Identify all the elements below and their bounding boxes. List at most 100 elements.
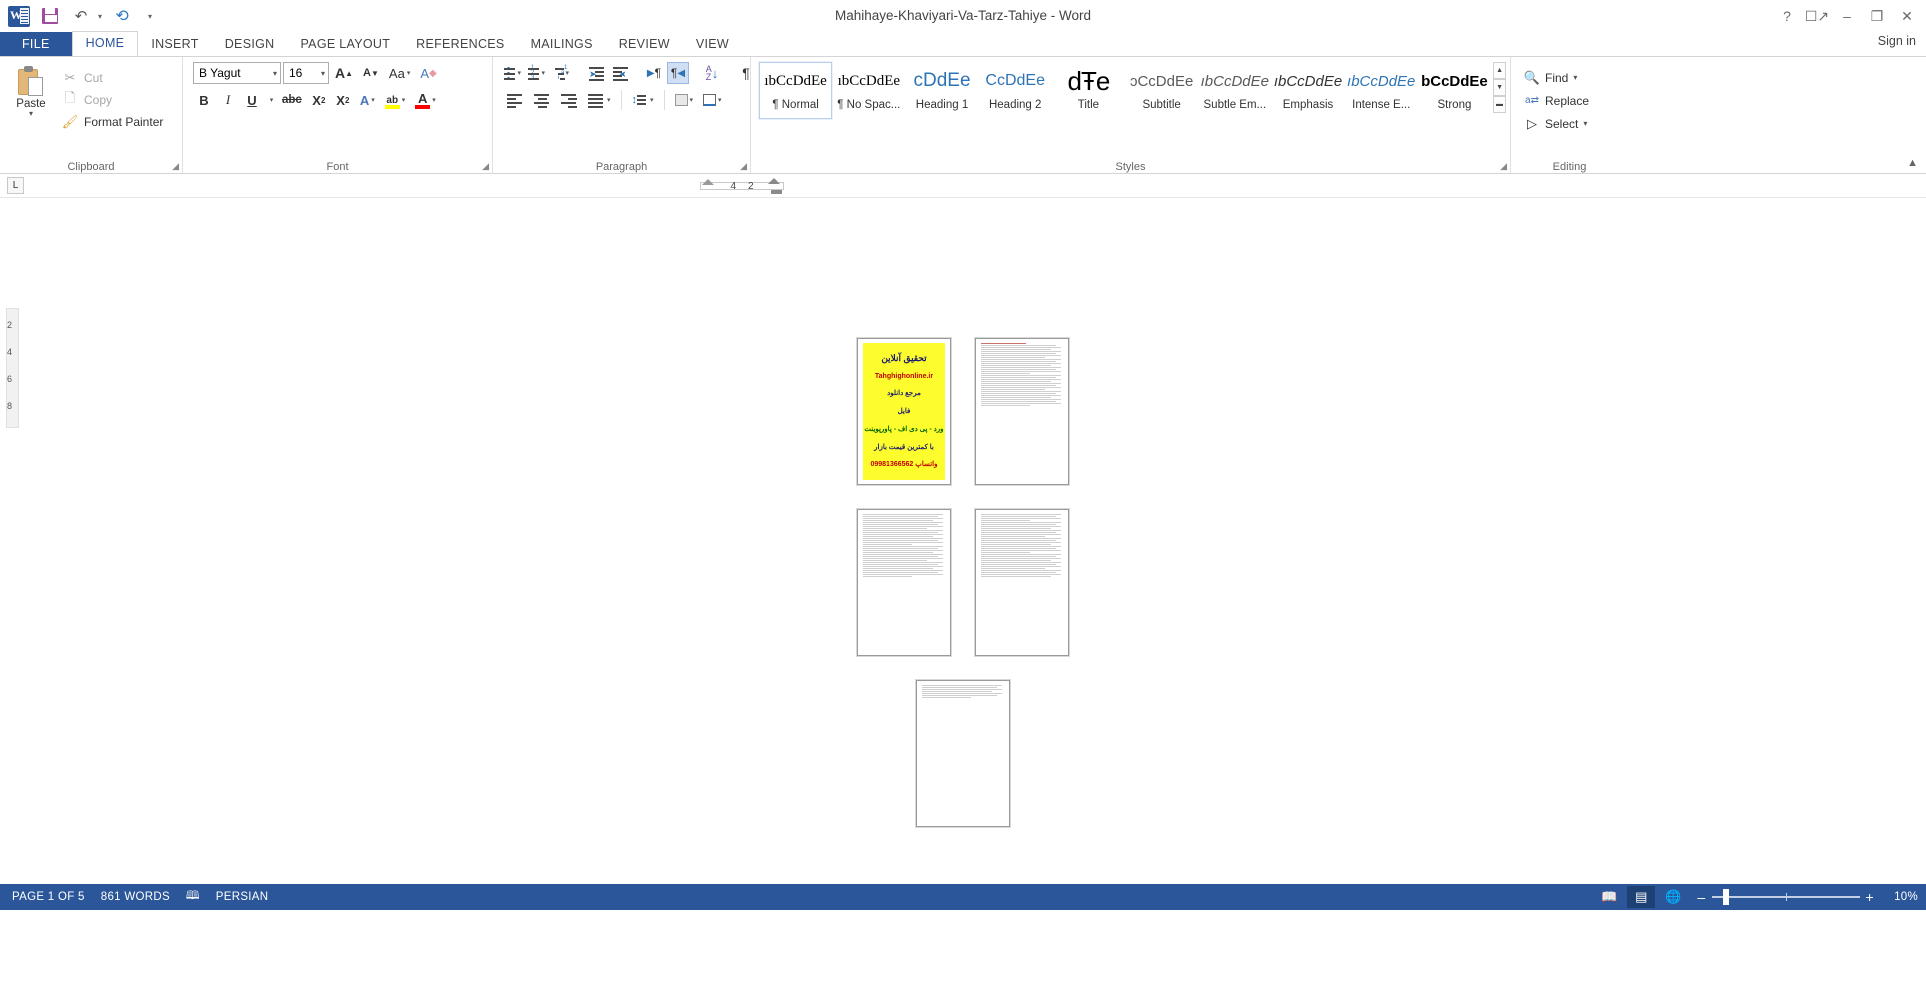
increase-indent-button[interactable]: ➤ (609, 62, 631, 84)
multilevel-list-button[interactable]: 1ai▾ (551, 62, 573, 84)
chevron-down-icon[interactable]: ▾ (317, 69, 325, 78)
zoom-in-button[interactable]: + (1866, 889, 1874, 905)
font-size-input[interactable]: 16 ▾ (283, 62, 329, 84)
align-center-button[interactable] (530, 89, 555, 111)
styles-gallery-scroll[interactable]: ▲ ▼ ▬ (1493, 62, 1507, 113)
underline-button[interactable]: U (241, 89, 263, 111)
language-indicator[interactable]: PERSIAN (212, 891, 281, 903)
numbering-button[interactable]: 123▾ (527, 62, 549, 84)
styles-dialog-launcher-icon[interactable]: ◢ (1500, 161, 1507, 172)
zoom-track[interactable] (1711, 889, 1860, 905)
close-button[interactable]: ✕ (1892, 1, 1922, 31)
shrink-font-button[interactable]: A ▼ (359, 62, 383, 84)
justify-button[interactable]: ▾ (584, 89, 615, 111)
borders-button[interactable]: ▾ (699, 89, 726, 111)
horizontal-ruler[interactable]: 4 2 (700, 178, 784, 194)
styles-more-button[interactable]: ▬ (1493, 96, 1507, 113)
read-mode-button[interactable]: 📖 (1595, 886, 1623, 908)
grow-font-button[interactable]: A ▲ (331, 62, 357, 84)
change-case-button[interactable]: Aa ▾ (385, 62, 414, 84)
replace-button[interactable]: a⇄ Replace (1519, 89, 1624, 112)
text-highlight-button[interactable]: ab ▾ (381, 89, 410, 111)
style-subtle-emphasis[interactable]: ıbCcDdEe Subtle Em... (1198, 62, 1271, 119)
tab-mailings[interactable]: MAILINGS (518, 32, 606, 56)
styles-scroll-down-button[interactable]: ▼ (1493, 79, 1507, 96)
style-title[interactable]: dŦe Title (1052, 62, 1125, 119)
zoom-level[interactable]: 10% (1884, 891, 1918, 903)
paragraph-dialog-launcher-icon[interactable]: ◢ (740, 161, 747, 172)
tab-home[interactable]: HOME (71, 31, 139, 56)
bold-button[interactable]: B (193, 89, 215, 111)
tab-design[interactable]: DESIGN (212, 32, 288, 56)
tab-page-layout[interactable]: PAGE LAYOUT (287, 32, 403, 56)
line-spacing-button[interactable]: ↕ ▾ (628, 89, 658, 111)
chevron-down-icon[interactable]: ▾ (1573, 73, 1577, 82)
customize-qat-icon[interactable]: ▾ (148, 12, 152, 21)
text-effects-button[interactable]: A ▾ (356, 89, 379, 111)
font-name-input[interactable]: B Yagut ▾ (193, 62, 281, 84)
document-canvas[interactable]: 2 4 6 8 تحقیق آنلاین Tahghighonline.ir م… (0, 198, 1926, 884)
style-intense-emphasis[interactable]: ıbCcDdEe Intense E... (1345, 62, 1418, 119)
underline-dropdown-button[interactable]: ▾ (265, 89, 276, 111)
bullets-button[interactable]: ▾ (503, 62, 525, 84)
superscript-button[interactable]: X2 (332, 89, 354, 111)
italic-button[interactable]: I (217, 89, 239, 111)
restore-button[interactable]: ❐ (1862, 1, 1892, 31)
align-left-button[interactable] (503, 89, 528, 111)
font-dialog-launcher-icon[interactable]: ◢ (482, 161, 489, 172)
align-right-button[interactable] (557, 89, 582, 111)
select-button[interactable]: ▷ Select ▾ (1519, 112, 1624, 135)
redo-button[interactable]: ⟲ (111, 5, 133, 27)
styles-scroll-up-button[interactable]: ▲ (1493, 62, 1507, 79)
document-page-5[interactable] (916, 680, 1010, 827)
style-no-spacing[interactable]: ıbCcDdEe ¶ No Spac... (832, 62, 905, 119)
print-layout-button[interactable]: ▤ (1627, 886, 1656, 908)
undo-button[interactable]: ↶ (70, 5, 92, 27)
paste-button[interactable]: Paste ▾ (4, 62, 58, 133)
page-indicator[interactable]: PAGE 1 OF 5 (8, 891, 97, 903)
style-emphasis[interactable]: ıbCcDdEe Emphasis (1271, 62, 1344, 119)
tab-insert[interactable]: INSERT (138, 32, 211, 56)
sort-button[interactable]: A Z ↓ (701, 62, 723, 84)
subscript-button[interactable]: X2 (308, 89, 330, 111)
sign-in-link[interactable]: Sign in (1878, 34, 1916, 48)
zoom-handle[interactable] (1722, 889, 1729, 905)
undo-dropdown-icon[interactable]: ▾ (98, 12, 102, 21)
style-heading-2[interactable]: CcDdEe Heading 2 (979, 62, 1052, 119)
chevron-down-icon[interactable]: ▾ (1583, 119, 1587, 128)
format-painter-button[interactable]: 🖌 Format Painter (60, 111, 169, 133)
find-button[interactable]: 🔍 Find ▾ (1519, 66, 1624, 89)
cut-button[interactable]: ✂ Cut (60, 67, 169, 89)
collapse-ribbon-button[interactable]: ▲ (1907, 157, 1918, 169)
right-indent-marker[interactable] (768, 178, 780, 184)
ribbon-display-options-icon[interactable]: ☐↗ (1802, 1, 1832, 31)
document-page-1[interactable]: تحقیق آنلاین Tahghighonline.ir مرجع دانل… (857, 338, 951, 485)
tab-file[interactable]: FILE (0, 32, 72, 56)
chevron-down-icon[interactable]: ▾ (29, 110, 33, 118)
clipboard-dialog-launcher-icon[interactable]: ◢ (172, 161, 179, 172)
style-subtitle[interactable]: ɔCcDdEe Subtitle (1125, 62, 1198, 119)
shading-button[interactable]: ▾ (671, 89, 698, 111)
tab-stop-selector[interactable]: L (7, 177, 24, 194)
rtl-text-direction-button[interactable]: ¶ ◀ (667, 62, 689, 84)
strikethrough-button[interactable]: abc (278, 89, 306, 111)
proofing-errors-icon[interactable]: 🕮 (182, 888, 212, 907)
word-count[interactable]: 861 WORDS (97, 891, 182, 903)
document-page-4[interactable] (975, 509, 1069, 656)
style-strong[interactable]: bCcDdEe Strong (1418, 62, 1491, 119)
zoom-slider[interactable]: – + (1697, 889, 1874, 905)
tab-references[interactable]: REFERENCES (403, 32, 517, 56)
document-page-2[interactable] (975, 338, 1069, 485)
styles-gallery[interactable]: ıbCcDdEe ¶ Normal ıbCcDdEe ¶ No Spac... … (755, 60, 1507, 120)
zoom-out-button[interactable]: – (1697, 889, 1705, 905)
help-button[interactable]: ? (1772, 1, 1802, 31)
style-heading-1[interactable]: cDdEe Heading 1 (905, 62, 978, 119)
copy-button[interactable]: 🗋 Copy (60, 89, 169, 111)
chevron-down-icon[interactable]: ▾ (269, 69, 277, 78)
save-button[interactable] (39, 5, 61, 27)
page-thumbnails[interactable]: تحقیق آنلاین Tahghighonline.ir مرجع دانل… (0, 338, 1926, 827)
font-color-button[interactable]: A ▾ (411, 89, 440, 111)
decrease-indent-button[interactable]: ➤ (585, 62, 607, 84)
left-indent-marker[interactable] (702, 179, 714, 185)
ltr-text-direction-button[interactable]: ▶ ¶ (643, 62, 665, 84)
